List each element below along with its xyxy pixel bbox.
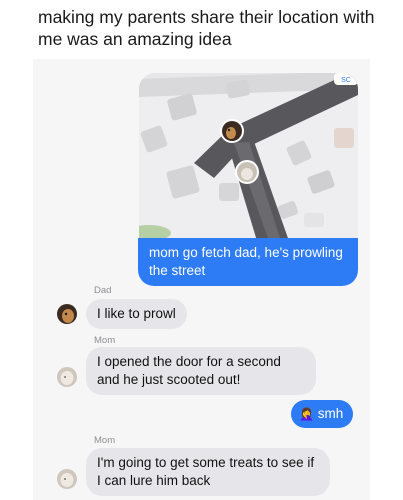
map-graphic: SC	[139, 73, 358, 241]
message-bubble-received[interactable]: I'm going to get some treats to see if I…	[86, 448, 330, 496]
message-bubble-sent[interactable]: mom go fetch dad, he's prowling the stre…	[138, 238, 358, 286]
map-corner-label: SC	[341, 77, 351, 84]
message-bubble-sent[interactable]: 🤦‍♀️ smh	[291, 400, 354, 428]
sender-label-mom: Mom	[94, 435, 116, 446]
post-caption: making my parents share their location w…	[38, 7, 375, 49]
shared-location-map[interactable]: SC	[139, 73, 358, 241]
message-text: smh	[317, 406, 344, 421]
message-text: I'm going to get some treats to see if I…	[97, 455, 315, 488]
message-bubble-received[interactable]: I opened the door for a second and he ju…	[86, 347, 316, 395]
mom-location-pin[interactable]	[235, 160, 259, 184]
mom-avatar	[57, 469, 77, 489]
dad-location-pin[interactable]	[220, 119, 244, 143]
message-text: I like to prowl	[97, 306, 176, 321]
dad-avatar	[57, 304, 77, 324]
message-thread: SC mom go fetch dad, he's prowling the s…	[33, 59, 370, 500]
message-text: mom go fetch dad, he's prowling the stre…	[149, 245, 343, 278]
message-text: I opened the door for a second and he ju…	[97, 354, 281, 387]
mom-avatar	[57, 367, 77, 387]
sender-label-mom: Mom	[94, 335, 116, 346]
sender-label-dad: Dad	[94, 285, 112, 296]
message-bubble-received[interactable]: I like to prowl	[86, 299, 187, 329]
facepalm-emoji-icon: 🤦‍♀️	[299, 407, 314, 421]
